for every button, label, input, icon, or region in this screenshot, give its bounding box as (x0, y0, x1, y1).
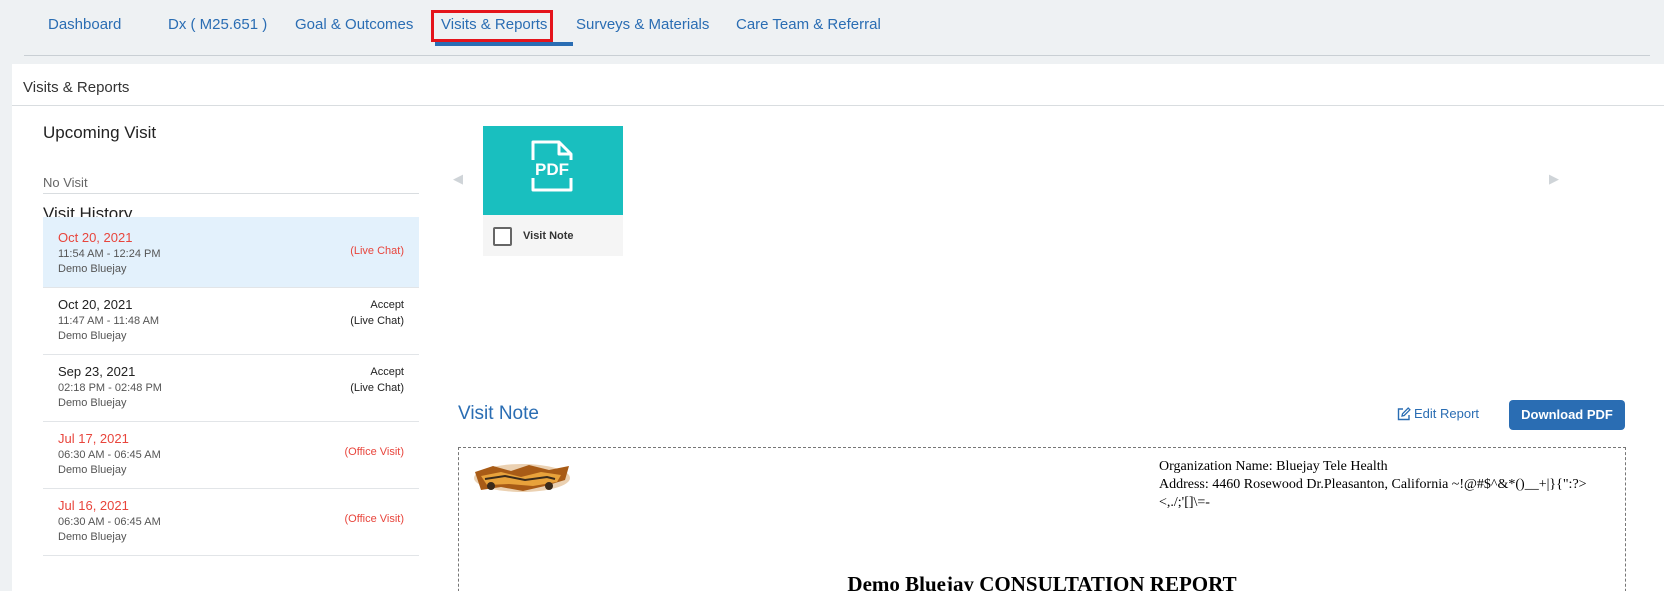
organization-logo (474, 464, 570, 492)
visit-time: 06:30 AM - 06:45 AM (58, 516, 161, 528)
edit-report-link[interactable]: Edit Report (1397, 406, 1479, 421)
visit-date: Sep 23, 2021 (58, 364, 136, 379)
pdf-file-icon: PDF (529, 140, 575, 192)
visits-reports-panel: Visits & Reports Upcoming Visit No Visit… (12, 64, 1664, 591)
visit-date: Jul 17, 2021 (58, 431, 129, 446)
tab-dx[interactable]: Dx ( M25.651 ) (168, 16, 267, 40)
visit-note-title: Visit Note (458, 403, 539, 424)
visit-provider: Demo Bluejay (58, 531, 127, 543)
tab-goal-outcomes[interactable]: Goal & Outcomes (295, 16, 413, 40)
upcoming-visit-title: Upcoming Visit (43, 123, 157, 142)
document-label: Visit Note (523, 230, 574, 242)
visit-time: 11:47 AM - 11:48 AM (58, 315, 160, 327)
visit-status: (Live Chat) (350, 245, 404, 257)
active-tab-underline (435, 42, 573, 46)
tab-surveys-materials[interactable]: Surveys & Materials (576, 16, 709, 40)
visit-provider: Demo Bluejay (58, 397, 127, 409)
top-tab-bar: Dashboard Dx ( M25.651 ) Goal & Outcomes… (0, 0, 1664, 56)
tab-visits-reports[interactable]: Visits & Reports (431, 10, 573, 46)
visit-time: 11:54 AM - 12:24 PM (58, 248, 161, 260)
report-title: Demo Bluejay CONSULTATION REPORT (847, 572, 1237, 591)
visit-date: Oct 20, 2021 (58, 297, 133, 312)
no-visit-text: No Visit (43, 175, 88, 190)
visit-provider: Demo Bluejay (58, 464, 127, 476)
svg-text:PDF: PDF (535, 160, 569, 179)
divider (43, 193, 419, 194)
carousel-prev-icon[interactable]: ◀ (453, 171, 463, 187)
visit-status: (Office Visit) (344, 513, 405, 525)
document-thumbnail: PDF (483, 126, 623, 215)
visit-note-checkbox[interactable] (493, 227, 512, 246)
organization-name: Organization Name: Bluejay Tele Health (1159, 459, 1388, 474)
document-card[interactable]: PDF Visit Note (483, 126, 623, 256)
carousel-next-icon[interactable]: ▶ (1549, 171, 1559, 187)
visit-date: Jul 16, 2021 (58, 498, 129, 513)
visit-status: Accept (Live Chat) (350, 297, 404, 329)
visit-history-item[interactable]: Jul 16, 2021 06:30 AM - 06:45 AM Demo Bl… (43, 485, 419, 556)
organization-address: Address: 4460 Rosewood Dr.Pleasanton, Ca… (1159, 477, 1587, 510)
visit-date: Oct 20, 2021 (58, 230, 133, 245)
report-preview: Organization Name: Bluejay Tele Health A… (458, 447, 1626, 591)
edit-report-label: Edit Report (1414, 406, 1480, 421)
visit-status: Accept (Live Chat) (350, 364, 404, 396)
panel-header: Visits & Reports (12, 64, 1664, 106)
organization-info: Organization Name: Bluejay Tele Health A… (1159, 458, 1619, 512)
download-pdf-button[interactable]: Download PDF (1509, 400, 1625, 430)
tab-dashboard[interactable]: Dashboard (48, 16, 121, 40)
visit-status-accept: Accept (370, 366, 404, 378)
visit-history-item[interactable]: Jul 17, 2021 06:30 AM - 06:45 AM Demo Bl… (43, 418, 419, 489)
tab-divider (24, 55, 1650, 56)
visit-time: 06:30 AM - 06:45 AM (58, 449, 161, 461)
visit-status-accept: Accept (370, 299, 404, 311)
tab-care-team-referral[interactable]: Care Team & Referral (736, 16, 881, 40)
visit-status-type: (Live Chat) (350, 315, 404, 327)
visit-time: 02:18 PM - 02:48 PM (58, 382, 162, 394)
visit-status: (Office Visit) (344, 446, 405, 458)
panel-title: Visits & Reports (23, 79, 130, 96)
visit-status-type: (Live Chat) (350, 382, 404, 394)
tab-highlight-box (431, 10, 553, 42)
visit-provider: Demo Bluejay (58, 330, 127, 342)
edit-icon (1397, 407, 1411, 421)
visit-history-item[interactable]: Oct 20, 2021 11:47 AM - 11:48 AM Demo Bl… (43, 284, 419, 355)
visit-history-item[interactable]: Oct 20, 2021 11:54 AM - 12:24 PM Demo Bl… (43, 217, 419, 288)
visit-history-item[interactable]: Sep 23, 2021 02:18 PM - 02:48 PM Demo Bl… (43, 351, 419, 422)
visit-provider: Demo Bluejay (58, 263, 127, 275)
